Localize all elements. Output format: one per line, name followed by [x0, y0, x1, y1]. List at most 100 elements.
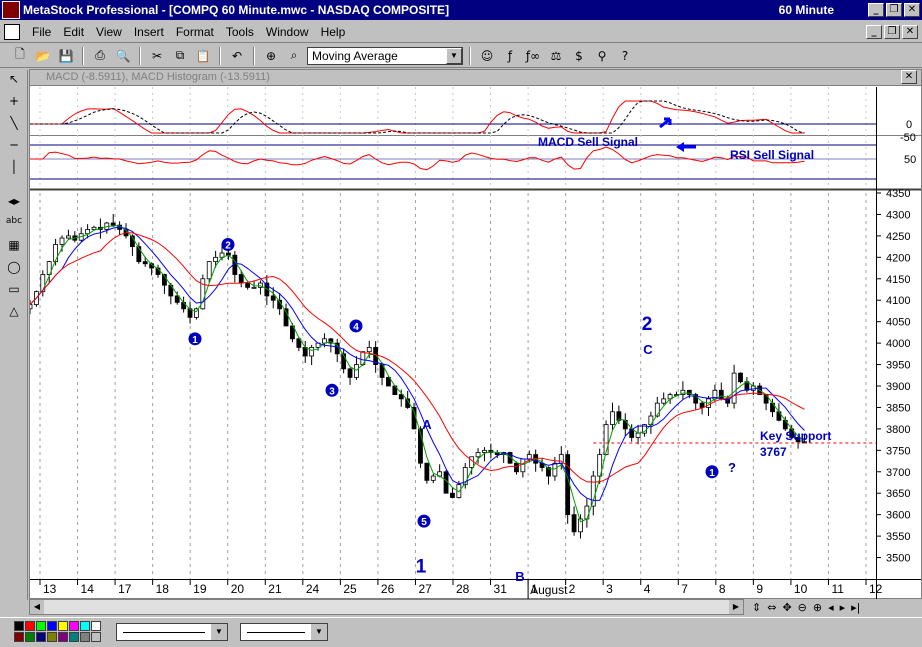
last-icon[interactable]: ▸ [840, 601, 846, 614]
crosshair-tool-icon[interactable]: + [2, 94, 26, 114]
ellipse-tool-icon[interactable]: ◯ [2, 260, 26, 280]
y-tick-label: 3700 [886, 467, 910, 479]
color-swatch[interactable] [14, 632, 24, 642]
text-tool-icon[interactable]: abc [2, 216, 26, 236]
color-swatch[interactable] [14, 621, 24, 631]
open-icon[interactable]: 📂 [33, 46, 53, 66]
color-swatch[interactable] [91, 621, 101, 631]
bar-spacing-icon[interactable]: ⇔ [767, 601, 776, 614]
x-tick-label: 21 [268, 582, 282, 596]
color-swatch[interactable] [80, 621, 90, 631]
pane-close-icon[interactable]: ✕ [901, 70, 917, 84]
color-swatch[interactable] [47, 621, 57, 631]
chevron-down-icon[interactable]: ▼ [311, 624, 327, 640]
color-swatch[interactable] [91, 632, 101, 642]
y-tick-label: 4200 [886, 252, 910, 264]
macd-tick-label: 0 [906, 119, 912, 131]
scroll-right-icon[interactable]: ▶ [729, 600, 743, 614]
color-swatch[interactable] [47, 632, 57, 642]
menu-file[interactable]: File [26, 25, 57, 39]
color-swatch[interactable] [36, 632, 46, 642]
drawing-toolbar: ↖ + ╲ ─ │ ◂▸ abc ▦ ◯ ▭ △ [0, 70, 28, 600]
scroll-left-icon[interactable]: ◀ [30, 600, 44, 614]
menu-insert[interactable]: Insert [128, 25, 170, 39]
wave-label: 1 [416, 557, 427, 578]
print-preview-icon[interactable]: 🔍 [113, 46, 133, 66]
y-tick-label: 3950 [886, 360, 910, 372]
grid-tool-icon[interactable]: ▦ [2, 238, 26, 258]
dollar-icon[interactable]: $ [569, 46, 589, 66]
pan-icon[interactable]: ✥ [782, 601, 791, 614]
minimize-icon[interactable]: _ [868, 3, 884, 17]
menu-window[interactable]: Window [260, 25, 315, 39]
color-swatch[interactable] [36, 621, 46, 631]
help-pointer-icon[interactable]: ? [615, 46, 635, 66]
first-icon[interactable]: ◂ [828, 601, 834, 614]
menu-view[interactable]: View [90, 25, 128, 39]
line-weight-select[interactable]: ▼ [240, 623, 328, 641]
toolbar-divider [139, 46, 141, 65]
app-icon[interactable] [2, 1, 20, 19]
macd-arrow-icon [659, 117, 672, 129]
horizontal-scrollbar[interactable]: ◀ ▶ [29, 599, 744, 615]
system-tester-icon[interactable]: ⚖ [546, 46, 566, 66]
copy-icon[interactable]: ⧉ [170, 46, 190, 66]
candle-body [53, 244, 59, 263]
save-icon[interactable]: 💾 [56, 46, 76, 66]
menu-tools[interactable]: Tools [220, 25, 260, 39]
crosshair-icon[interactable]: ⊕ [261, 46, 281, 66]
explorer-icon[interactable]: ⚲ [592, 46, 612, 66]
pointer-icon[interactable]: ↖ [2, 72, 26, 92]
chart-window-title-bar: MACD (-8.5911), MACD Histogram (-13.5911… [30, 70, 921, 86]
vertical-line-icon[interactable]: │ [2, 160, 26, 180]
zoom-fit-icon[interactable]: ⇕ [752, 601, 761, 614]
candle-body [552, 462, 558, 477]
chevron-down-icon[interactable]: ▼ [446, 47, 462, 64]
candle-body [110, 222, 116, 226]
zoom-out-icon[interactable]: ⊖ [798, 601, 807, 614]
color-swatch[interactable] [25, 632, 35, 642]
line-style-select[interactable]: ▼ [116, 623, 228, 641]
undo-icon[interactable]: ↶ [227, 46, 247, 66]
macd-sell-signal-label: MACD Sell Signal [538, 135, 638, 149]
new-icon[interactable]: 🗋 [10, 46, 30, 66]
paste-icon[interactable]: 📋 [193, 46, 213, 66]
color-swatch[interactable] [80, 632, 90, 642]
x-tick-label: 18 [156, 582, 170, 596]
zoom-in-icon[interactable]: ⊕ [813, 601, 822, 614]
cut-icon[interactable]: ✂ [147, 46, 167, 66]
horizontal-line-icon[interactable]: ─ [2, 138, 26, 158]
trendline-icon[interactable]: ╲ [2, 116, 26, 136]
doc-minimize-icon[interactable]: _ [866, 24, 882, 39]
doc-restore-icon[interactable]: ❐ [884, 24, 900, 39]
expert-icon[interactable]: ☺ [477, 46, 497, 66]
formula-icon[interactable]: ƒ∞ [523, 46, 543, 66]
wave-label: 3 [329, 386, 335, 397]
restore-icon[interactable]: ❐ [886, 3, 902, 17]
menu-edit[interactable]: Edit [57, 25, 90, 39]
navigation-tools: ⇕ ⇔ ✥ ⊖ ⊕ ◂ ▸ ▸| [746, 598, 922, 616]
color-swatch[interactable] [69, 632, 79, 642]
scroll-tools-icon[interactable]: ◂▸ [2, 194, 26, 214]
color-swatch[interactable] [69, 621, 79, 631]
doc-close-icon[interactable]: ✕ [902, 24, 918, 39]
close-icon[interactable]: ✕ [904, 3, 920, 17]
candle-body [565, 454, 571, 516]
indicator-builder-icon[interactable]: ƒ [500, 46, 520, 66]
print-icon[interactable]: ⎙ [90, 46, 110, 66]
menu-format[interactable]: Format [170, 25, 220, 39]
color-palette[interactable] [14, 621, 101, 642]
chevron-down-icon[interactable]: ▼ [211, 624, 227, 640]
triangle-tool-icon[interactable]: △ [2, 304, 26, 324]
candle-body [302, 346, 308, 357]
color-swatch[interactable] [58, 632, 68, 642]
end-icon[interactable]: ▸| [851, 601, 860, 614]
color-swatch[interactable] [25, 621, 35, 631]
menu-help[interactable]: Help [315, 25, 352, 39]
chart-svg[interactable]: 13 14 17 18 19 20 21 24 25 26 27 28 31 1 2 3 4 7 8 9 10 11 12A… [30, 87, 921, 599]
zoom-icon[interactable]: ⌕ [284, 46, 304, 66]
rectangle-tool-icon[interactable]: ▭ [2, 282, 26, 302]
document-icon[interactable] [4, 23, 20, 40]
color-swatch[interactable] [58, 621, 68, 631]
indicator-select[interactable]: Moving Average ▼ [307, 46, 463, 65]
